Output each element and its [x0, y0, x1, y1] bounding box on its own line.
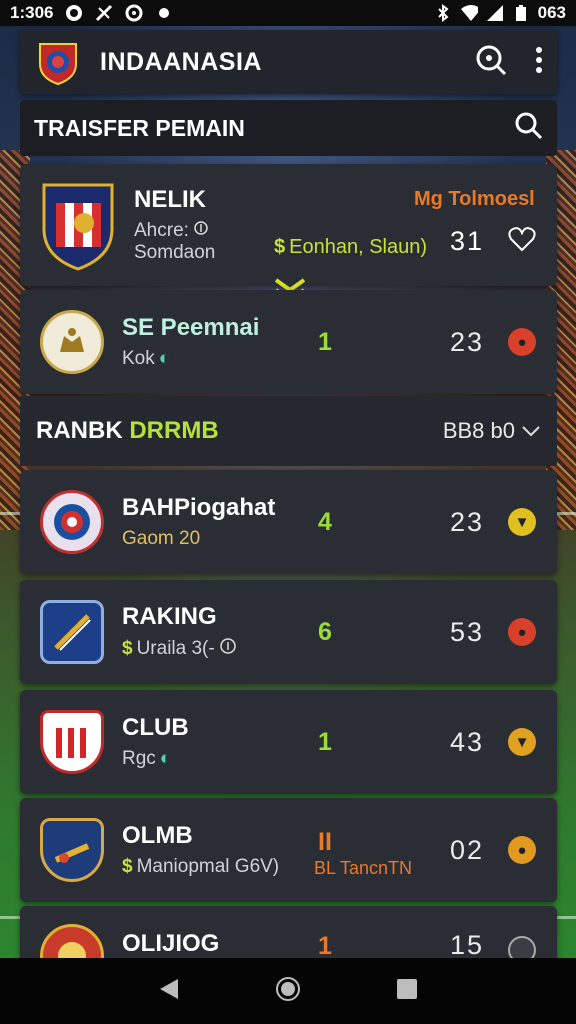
player-detail: Kok ◐	[122, 348, 292, 370]
ranking-section-header: RANBK DRRMB BB8 b0	[20, 396, 557, 466]
club-stat: 1	[318, 727, 332, 756]
featured-player-card[interactable]: NELIK Ahcre: Somdaon Mg Tolmoesl $ Eonha…	[20, 164, 557, 286]
player-score: 23	[450, 326, 485, 357]
club-score: 02	[450, 834, 485, 865]
signal-icon	[486, 4, 504, 22]
section-title: RANBK DRRMB	[36, 417, 219, 445]
club-score: 15	[450, 930, 485, 960]
home-icon[interactable]	[275, 976, 301, 1007]
club-detail: $ Maniopmal G6V)	[122, 856, 292, 878]
system-navigation-bar	[0, 958, 576, 1024]
transfer-info: $ Eonhan, Slaun)	[274, 236, 427, 259]
battery-level: 063	[537, 3, 566, 22]
battery-icon	[512, 4, 530, 22]
info-icon: ◐	[159, 748, 172, 769]
bluetooth-icon	[434, 4, 452, 22]
status-flame-icon[interactable]: ●	[508, 618, 536, 646]
transfer-info-text: Eonhan, Slaun)	[289, 236, 428, 258]
search-zoom-icon[interactable]	[475, 44, 507, 81]
transfer-search-bar[interactable]: TRAISFER PEMAIN	[20, 100, 557, 156]
club-stat: 6	[318, 617, 332, 646]
back-icon[interactable]	[158, 977, 180, 1006]
status-shield-icon[interactable]: ▼	[508, 728, 536, 756]
club-name: CLUB	[122, 714, 189, 741]
transfer-tag: BL TancnTN	[314, 858, 413, 878]
settings-icon	[125, 4, 143, 22]
info-icon	[219, 637, 237, 661]
app-title: INDAANASIA	[100, 47, 262, 76]
club-badge	[40, 310, 104, 374]
ranking-row[interactable]: OLMB $ Maniopmal G6V) II BL TancnTN 02 ●	[20, 798, 557, 902]
section-title-part: RANBK	[36, 417, 130, 444]
tools-icon	[95, 4, 113, 22]
info-icon	[193, 220, 209, 242]
club-badge	[40, 490, 104, 554]
status-shield-icon[interactable]: ▼	[508, 508, 536, 536]
player-name: NELIK	[134, 186, 206, 213]
status-time: 1:306	[10, 3, 54, 22]
money-icon: $	[122, 638, 133, 659]
club-detail: Rgc ◐	[122, 748, 292, 770]
more-menu-icon[interactable]	[535, 46, 543, 79]
club-badge	[40, 600, 104, 664]
club-name: OLIJIOG	[122, 930, 220, 957]
club-name: OLMB	[122, 822, 193, 849]
ranking-row[interactable]: CLUB Rgc ◐ 1 43 ▼	[20, 690, 557, 794]
player-detail-text: Kok	[122, 348, 155, 369]
club-name: BAHPiogahat	[122, 494, 276, 521]
club-score: 23	[450, 506, 485, 537]
club-detail-text: Maniopmal G6V)	[136, 856, 280, 877]
player-name: SE Peemnai	[122, 314, 260, 341]
club-badge	[40, 710, 104, 774]
recents-icon[interactable]	[396, 978, 418, 1005]
transfer-tag: Mg Tolmoesl	[414, 188, 535, 210]
search-icon[interactable]	[515, 112, 543, 145]
player-score: 31	[450, 226, 485, 256]
club-detail: $ Uraila 3(-	[122, 637, 292, 661]
club-badge	[40, 818, 104, 882]
sort-dropdown[interactable]: BB8 b0	[443, 418, 541, 444]
club-score: 43	[450, 726, 485, 757]
wifi-icon	[460, 4, 478, 22]
sort-label: BB8 b0	[442, 418, 515, 443]
status-flame-icon[interactable]: ●	[508, 328, 536, 356]
club-detail-text: Rgc	[122, 748, 156, 769]
club-detail-text: Uraila 3(-	[136, 638, 215, 659]
info-icon: ◐	[158, 348, 171, 369]
player-detail-text: Ahcre:	[134, 220, 189, 241]
favorite-heart-icon[interactable]	[508, 226, 536, 257]
money-icon: $	[122, 856, 133, 877]
ranking-row[interactable]: BAHPiogahat Gaom 20 4 23 ▼	[20, 470, 557, 574]
club-score: 53	[450, 616, 485, 647]
dot-icon	[155, 4, 173, 22]
club-stat: 1	[318, 932, 332, 960]
club-stat: 4	[318, 507, 332, 536]
status-bar: 1:306 063	[0, 0, 576, 26]
section-title-highlight: DRRMB	[129, 417, 219, 444]
club-detail: Gaom 20	[122, 528, 201, 549]
player-card[interactable]: SE Peemnai Kok ◐ 1 23 ●	[20, 290, 557, 394]
club-name: RAKING	[122, 603, 217, 630]
app-logo-crest	[34, 38, 82, 86]
chevron-down-icon	[521, 418, 541, 444]
player-stat: 1	[318, 327, 332, 356]
ranking-row[interactable]: RAKING $ Uraila 3(- 6 53 ●	[20, 580, 557, 684]
app-header: INDAANASIA	[20, 30, 557, 94]
club-badge	[40, 179, 116, 271]
search-bar-label: TRAISFER PEMAIN	[34, 114, 245, 141]
club-stat: II	[318, 828, 332, 856]
money-icon: $	[274, 236, 286, 258]
status-flame-icon[interactable]: ●	[508, 836, 536, 864]
notification-icon	[65, 4, 83, 22]
